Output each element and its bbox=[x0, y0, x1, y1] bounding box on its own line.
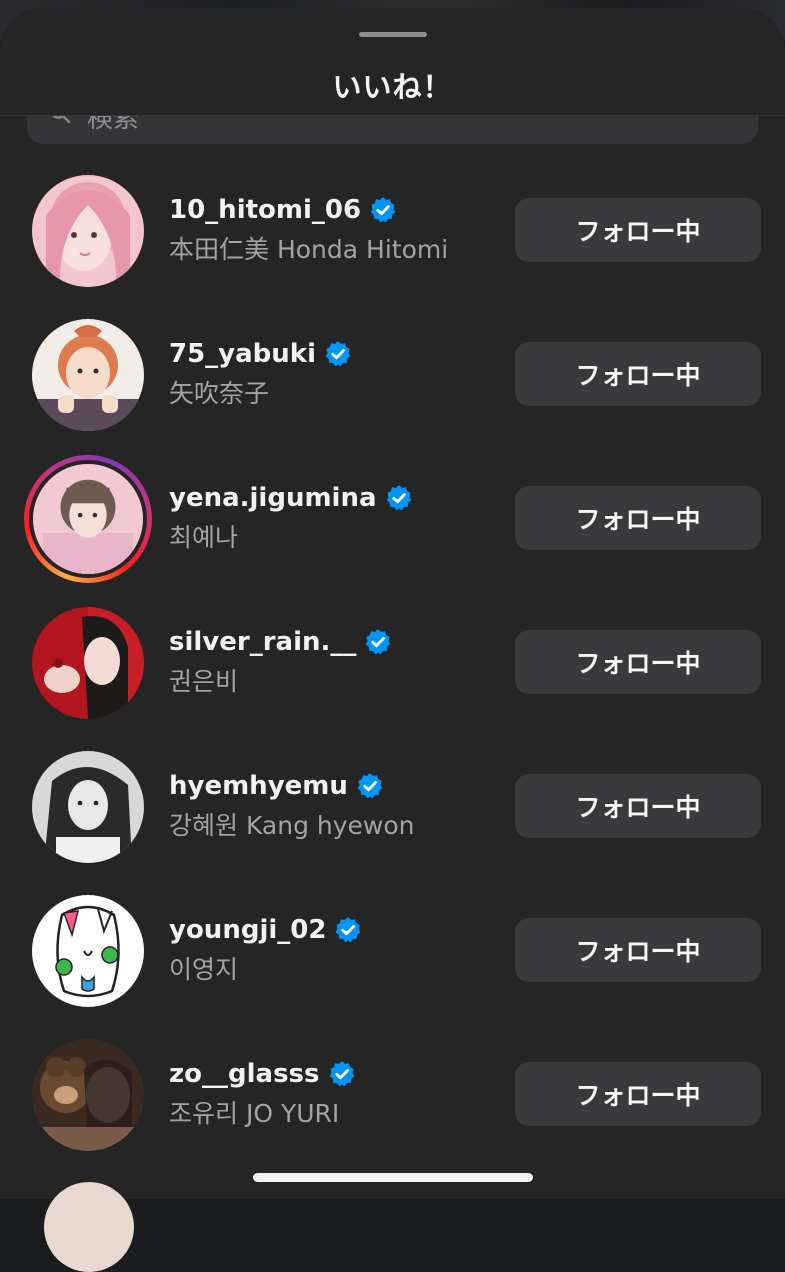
full-name: 강혜원 Kang hyewon bbox=[169, 811, 415, 840]
verified-badge-icon bbox=[325, 341, 351, 367]
avatar[interactable] bbox=[32, 319, 144, 431]
list-item[interactable]: hyemhyemu 강혜원 Kang hyewon フォロー中 bbox=[0, 742, 785, 886]
avatar-image bbox=[32, 895, 144, 1007]
search-placeholder: 検索 bbox=[87, 116, 140, 134]
avatar-image bbox=[32, 175, 144, 287]
list-item[interactable]: youngji_02 이영지 フォロー中 bbox=[0, 886, 785, 1030]
likes-user-list: 10_hitomi_06 本田仁美 Honda Hitomi フォロー中 75_… bbox=[0, 166, 785, 1174]
username[interactable]: 10_hitomi_06 bbox=[169, 195, 361, 225]
username-line: yena.jigumina bbox=[169, 480, 413, 516]
username-line: hyemhyemu bbox=[169, 768, 384, 804]
full-name: 최예나 bbox=[169, 523, 239, 552]
following-button[interactable]: フォロー中 bbox=[515, 198, 761, 262]
full-name: 矢吹奈子 bbox=[169, 379, 270, 408]
username-line: 75_yabuki bbox=[169, 336, 352, 372]
avatar-image bbox=[32, 751, 144, 863]
full-name: 이영지 bbox=[169, 955, 239, 984]
avatar[interactable] bbox=[32, 1039, 144, 1151]
avatar[interactable] bbox=[32, 751, 144, 863]
following-button[interactable]: フォロー中 bbox=[515, 774, 761, 838]
username[interactable]: youngji_02 bbox=[169, 915, 326, 945]
verified-badge-icon bbox=[357, 773, 383, 799]
username-line: 10_hitomi_06 bbox=[169, 192, 397, 228]
verified-badge-icon bbox=[386, 485, 411, 511]
username-line: youngji_02 bbox=[169, 912, 362, 948]
username[interactable]: hyemhyemu bbox=[169, 771, 348, 801]
username-line: zo__glasss bbox=[169, 1056, 356, 1092]
following-button[interactable]: フォロー中 bbox=[515, 342, 761, 406]
avatar-image bbox=[32, 1039, 144, 1151]
verified-badge-icon bbox=[329, 1061, 354, 1087]
list-item[interactable]: yena.jigumina 최예나 フォロー中 bbox=[0, 454, 785, 598]
verified-badge-icon bbox=[366, 629, 391, 655]
username[interactable]: 75_yabuki bbox=[169, 339, 316, 369]
username-line: silver_rain.__ bbox=[169, 624, 392, 660]
header-divider bbox=[0, 115, 785, 116]
username[interactable]: silver_rain.__ bbox=[169, 627, 356, 657]
full-name: 권은비 bbox=[169, 667, 239, 696]
avatar[interactable] bbox=[32, 895, 144, 1007]
avatar-partial[interactable] bbox=[44, 1182, 134, 1272]
following-button[interactable]: フォロー中 bbox=[515, 486, 761, 550]
full-name: 本田仁美 Honda Hitomi bbox=[169, 235, 449, 264]
following-button[interactable]: フォロー中 bbox=[515, 630, 761, 694]
following-button[interactable]: フォロー中 bbox=[515, 918, 761, 982]
list-item[interactable]: silver_rain.__ 권은비 フォロー中 bbox=[0, 598, 785, 742]
verified-badge-icon bbox=[336, 917, 361, 943]
avatar-image bbox=[32, 319, 144, 431]
sheet-grabber-handle[interactable] bbox=[359, 32, 427, 37]
verified-badge-icon bbox=[370, 197, 396, 223]
search-icon bbox=[52, 116, 71, 124]
search-bar-container: 検索 bbox=[0, 116, 785, 156]
list-item[interactable]: 10_hitomi_06 本田仁美 Honda Hitomi フォロー中 bbox=[0, 166, 785, 310]
username[interactable]: zo__glasss bbox=[169, 1059, 320, 1089]
search-input[interactable]: 検索 bbox=[27, 116, 758, 144]
home-indicator[interactable] bbox=[253, 1173, 533, 1182]
avatar[interactable] bbox=[32, 175, 144, 287]
list-item[interactable]: zo__glasss 조유리 JO YURI フォロー中 bbox=[0, 1030, 785, 1174]
avatar[interactable] bbox=[32, 607, 144, 719]
following-button[interactable]: フォロー中 bbox=[515, 1062, 761, 1126]
avatar-image bbox=[32, 607, 144, 719]
avatar-image bbox=[29, 460, 147, 578]
full-name: 조유리 JO YURI bbox=[169, 1099, 340, 1128]
username[interactable]: yena.jigumina bbox=[169, 483, 377, 513]
list-item[interactable]: 75_yabuki 矢吹奈子 フォロー中 bbox=[0, 310, 785, 454]
sheet-title: いいね！ bbox=[332, 70, 453, 104]
avatar-story-ring[interactable] bbox=[24, 455, 152, 583]
